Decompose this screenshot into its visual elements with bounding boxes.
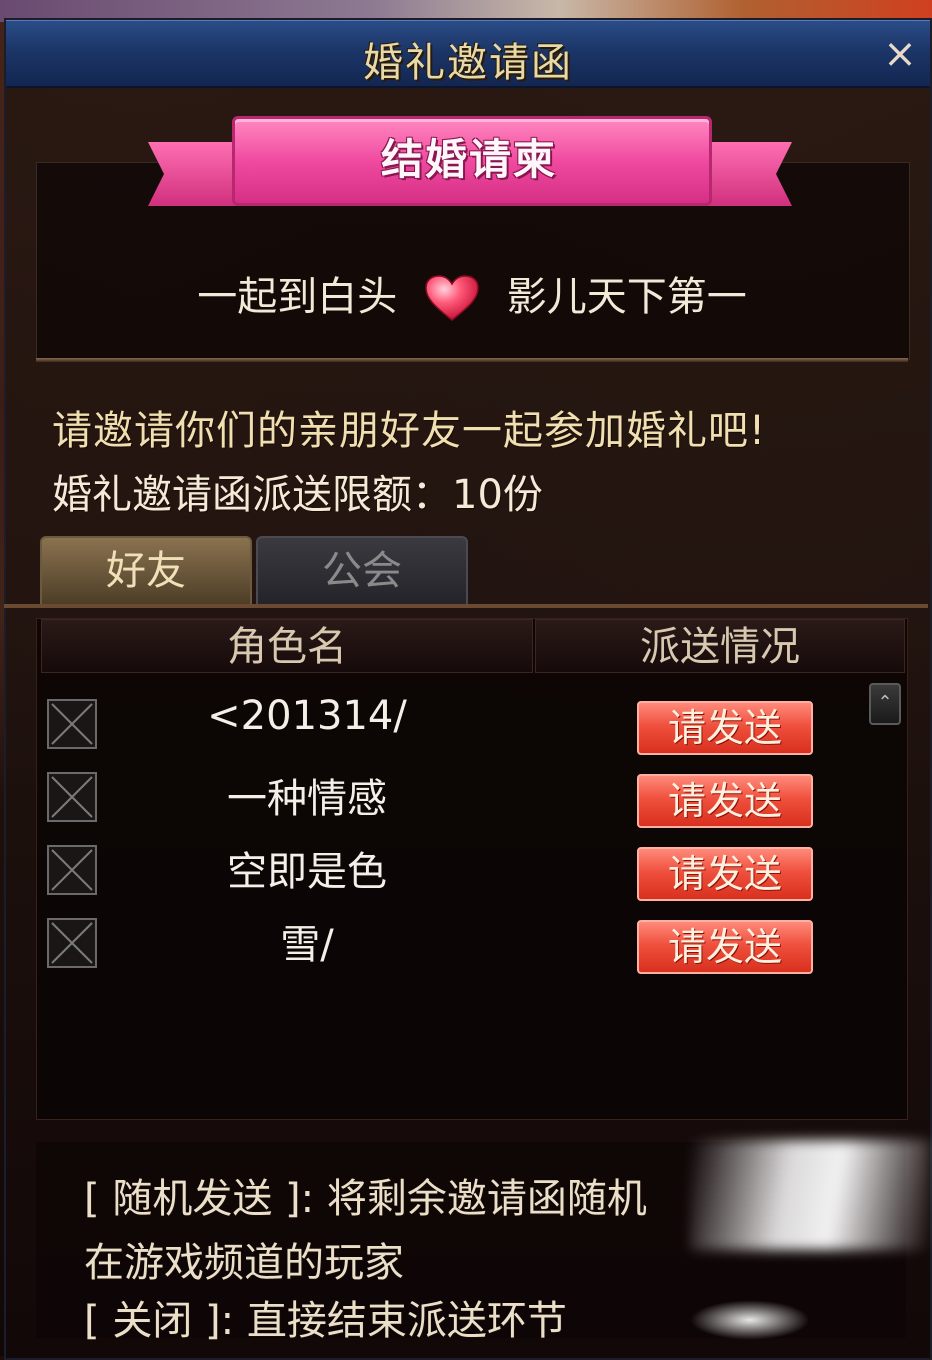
column-header-status: 派送情况 [535, 619, 905, 673]
couple-names: 一起到白头 影儿天下第一 [36, 264, 908, 324]
panel-divider [36, 358, 908, 362]
column-header-name: 角色名 [41, 619, 533, 673]
tab-underline [4, 604, 928, 608]
friend-list-panel: 角色名 派送情况 ⌃ <201314/ 请发送 一种情感 请发送 空即是色 请发… [36, 618, 908, 1120]
ribbon-banner: 结婚请柬 [148, 96, 792, 216]
help-panel: [ 随机发送 ]: 将剩余邀请函随机 在游戏频道的玩家 [ 关闭 ]: 直接结束… [36, 1142, 906, 1344]
table-row: <201314/ 请发送 [37, 691, 867, 757]
send-button[interactable]: 请发送 [637, 774, 813, 828]
table-row: 空即是色 请发送 [37, 837, 867, 903]
row-name: <201314/ [207, 693, 407, 739]
window-titlebar[interactable]: 婚礼邀请函 × [6, 20, 930, 88]
row-name: 雪/ [280, 922, 334, 968]
partner-name-2: 影儿天下第一 [506, 274, 747, 320]
chevron-up-icon: ⌃ [877, 692, 893, 713]
window-title: 婚礼邀请函 [363, 40, 573, 86]
row-checkbox[interactable] [47, 772, 97, 822]
send-button[interactable]: 请发送 [637, 701, 813, 755]
heart-icon [424, 274, 480, 324]
x-icon [51, 703, 93, 745]
row-checkbox[interactable] [47, 845, 97, 895]
help-close: [ 关闭 ]: 直接结束派送环节 [84, 1298, 567, 1344]
tab-guild[interactable]: 公会 [256, 536, 468, 608]
table-row: 一种情感 请发送 [37, 764, 867, 830]
row-checkbox[interactable] [47, 699, 97, 749]
x-icon [51, 922, 93, 964]
invite-quota: 婚礼邀请函派送限额：10份 [52, 472, 543, 518]
row-name: 空即是色 [227, 849, 387, 895]
row-checkbox[interactable] [47, 918, 97, 968]
send-button[interactable]: 请发送 [637, 920, 813, 974]
partner-name-1: 一起到白头 [197, 274, 398, 320]
help-random-send: [ 随机发送 ]: 将剩余邀请函随机 [84, 1176, 647, 1222]
help-random-send-cont: 在游戏频道的玩家 [84, 1240, 404, 1286]
scroll-up-button[interactable]: ⌃ [869, 683, 901, 725]
row-name: 一种情感 [227, 776, 387, 822]
banner-title: 结婚请柬 [380, 135, 557, 184]
x-icon [51, 776, 93, 818]
table-row: 雪/ 请发送 [37, 910, 867, 976]
send-button[interactable]: 请发送 [637, 847, 813, 901]
x-icon [51, 849, 93, 891]
tab-friends[interactable]: 好友 [40, 536, 252, 608]
invite-message: 请邀请你们的亲朋好友一起参加婚礼吧! [52, 408, 767, 454]
close-icon[interactable]: × [880, 34, 920, 74]
